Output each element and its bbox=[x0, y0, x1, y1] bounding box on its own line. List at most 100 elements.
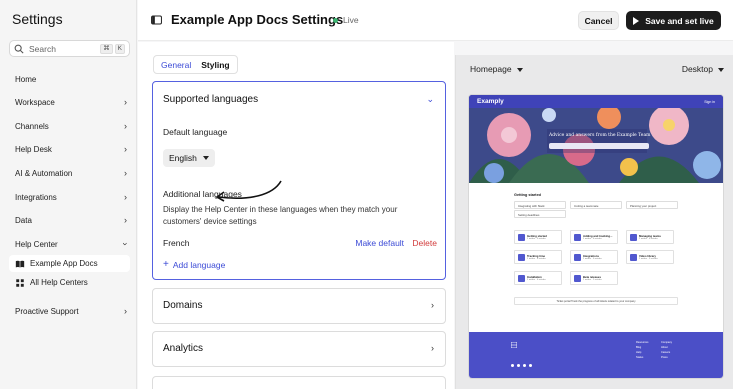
sidebar-item-proactive-support[interactable]: Proactive Support › bbox=[15, 304, 127, 318]
shortcut-key-cmd: ⌘ bbox=[100, 43, 113, 54]
topic-sub: 1 author · 2 articles bbox=[583, 279, 602, 281]
topic-sub: 1 author · 6 articles bbox=[639, 238, 658, 240]
additional-languages-label: Additional languages bbox=[163, 189, 242, 199]
preview-signin: Sign in bbox=[704, 99, 715, 104]
plus-icon: + bbox=[163, 259, 169, 270]
page-select[interactable]: Homepage bbox=[470, 64, 523, 74]
social-icon bbox=[511, 364, 514, 367]
domains-card[interactable]: Domains › bbox=[152, 288, 446, 324]
default-language-label: Default language bbox=[163, 127, 228, 137]
tab-bar: General Styling bbox=[153, 55, 238, 74]
chevron-right-icon: › bbox=[124, 192, 127, 202]
additional-languages-description: Display the Help Center in these languag… bbox=[163, 205, 398, 226]
footer-link: Press bbox=[661, 356, 668, 359]
page-header: Example App Docs Settings Live Cancel Sa… bbox=[138, 0, 733, 41]
preview-quick-link: Integrating with Slack bbox=[514, 201, 566, 209]
preview-topic-card: Tracking time 1 author · 4 articles bbox=[514, 250, 562, 264]
shortcut-key-k: K bbox=[114, 43, 125, 54]
language-row: French Make default Delete bbox=[163, 238, 437, 248]
topic-sub: 1 author · 5 articles bbox=[583, 258, 602, 260]
sidebar-item-home[interactable]: Home bbox=[15, 72, 127, 86]
preview-panel: Homepage Desktop Examply Sign in Advice … bbox=[455, 55, 733, 389]
settings-panel: General Styling Supported languages ⌄ De… bbox=[138, 42, 454, 389]
language-actions: Make default Delete bbox=[349, 238, 437, 248]
topic-sub: 1 author · 4 articles bbox=[527, 279, 546, 281]
sidebar-item-example-app-docs[interactable]: Example App Docs bbox=[9, 255, 130, 272]
chevron-right-icon: › bbox=[124, 144, 127, 154]
page-title: Example App Docs Settings bbox=[171, 12, 344, 27]
preview-quick-link: Setting deadlines bbox=[514, 210, 566, 218]
preview-footer: Resources Blog Help Status Company About… bbox=[469, 332, 723, 378]
settings-sidebar: Settings Search ⌘ K Home Workspace › Chan… bbox=[0, 0, 137, 389]
hero-banner: Examply Sign in Advice and answers from … bbox=[469, 95, 723, 183]
topic-sub: 1 author · 5 articles bbox=[527, 238, 546, 240]
caret-down-icon bbox=[202, 156, 209, 160]
topic-icon bbox=[518, 254, 525, 261]
sidebar-item-label: Proactive Support bbox=[15, 306, 79, 316]
device-select-value: Desktop bbox=[681, 64, 713, 74]
tab-styling[interactable]: Styling bbox=[196, 57, 234, 72]
preview-search-bar bbox=[549, 143, 649, 149]
cancel-button[interactable]: Cancel bbox=[578, 11, 619, 30]
sidebar-item-label: Channels bbox=[15, 121, 49, 131]
status-badge: Live bbox=[333, 15, 359, 25]
topic-sub: 1 author · 6 articles bbox=[583, 238, 602, 240]
book-icon bbox=[15, 260, 25, 267]
tab-general[interactable]: General bbox=[156, 57, 196, 72]
social-icon bbox=[517, 364, 520, 367]
sidebar-item-ai-automation[interactable]: AI & Automation › bbox=[15, 166, 127, 180]
topic-icon bbox=[630, 254, 637, 261]
chevron-right-icon: › bbox=[124, 97, 127, 107]
topic-sub: 1 author · 3 articles bbox=[639, 258, 658, 260]
sidebar-item-integrations[interactable]: Integrations › bbox=[15, 190, 127, 204]
preview-ticket-portal: Ticket portal Track the progress of all … bbox=[514, 297, 678, 305]
help-center-preview: Examply Sign in Advice and answers from … bbox=[469, 95, 723, 378]
sidebar-item-label: AI & Automation bbox=[15, 168, 73, 178]
preview-toolbar: Homepage Desktop bbox=[456, 55, 733, 83]
delete-language-link[interactable]: Delete bbox=[412, 238, 437, 248]
preview-section-title: Getting started bbox=[514, 193, 542, 197]
preview-topic-card: Video library 1 author · 3 articles bbox=[626, 250, 674, 264]
sidebar-item-help-desk[interactable]: Help Desk › bbox=[15, 142, 127, 156]
device-select[interactable]: Desktop bbox=[682, 64, 724, 74]
preview-navbar: Examply Sign in bbox=[469, 95, 723, 108]
caret-down-icon bbox=[718, 67, 724, 72]
select-value: English bbox=[169, 153, 197, 163]
save-and-set-live-button[interactable]: Save and set live bbox=[626, 11, 721, 30]
topic-icon bbox=[574, 275, 581, 282]
status-label: Live bbox=[343, 15, 359, 25]
caret-down-icon bbox=[516, 67, 523, 72]
sidebar-item-channels[interactable]: Channels › bbox=[15, 119, 127, 133]
preview-topic-card: Managing teams 1 author · 6 articles bbox=[626, 230, 674, 244]
sidebar-item-workspace[interactable]: Workspace › bbox=[15, 95, 127, 109]
make-default-link[interactable]: Make default bbox=[355, 238, 404, 248]
card-title: Supported languages bbox=[163, 94, 259, 105]
sidebar-item-label: Example App Docs bbox=[30, 259, 98, 268]
sidebar-item-label: Integrations bbox=[15, 192, 57, 202]
sidebar-item-data[interactable]: Data › bbox=[15, 213, 127, 227]
chevron-up-icon[interactable]: ⌄ bbox=[426, 94, 434, 105]
topic-icon bbox=[518, 234, 525, 241]
page-select-value: Homepage bbox=[470, 64, 512, 74]
sidebar-title: Settings bbox=[12, 11, 63, 27]
sidebar-item-label: Home bbox=[15, 74, 37, 84]
supported-languages-card: Supported languages ⌄ Default language E… bbox=[152, 81, 446, 280]
preview-logo: Examply bbox=[477, 98, 504, 105]
card-title: Analytics bbox=[163, 343, 204, 354]
preview-quick-link: Inviting a teammate bbox=[570, 201, 622, 209]
sidebar-item-label: All Help Centers bbox=[30, 278, 88, 287]
sidebar-item-all-help-centers[interactable]: All Help Centers bbox=[9, 274, 130, 291]
footer-logo-icon bbox=[511, 342, 517, 348]
next-section-card[interactable] bbox=[152, 376, 446, 389]
search-input[interactable]: Search ⌘ K bbox=[9, 40, 130, 57]
add-language-button[interactable]: + Add language bbox=[163, 259, 225, 270]
topic-sub: 1 author · 4 articles bbox=[527, 258, 546, 260]
topic-icon bbox=[574, 234, 581, 241]
footer-link: Status bbox=[636, 356, 644, 359]
analytics-card[interactable]: Analytics › bbox=[152, 331, 446, 367]
sidebar-item-label: Data bbox=[15, 215, 32, 225]
sidebar-toggle-icon[interactable] bbox=[151, 15, 162, 25]
sidebar-item-help-center[interactable]: Help Center › bbox=[15, 237, 131, 251]
default-language-select[interactable]: English bbox=[163, 149, 215, 167]
status-dot bbox=[333, 17, 338, 23]
